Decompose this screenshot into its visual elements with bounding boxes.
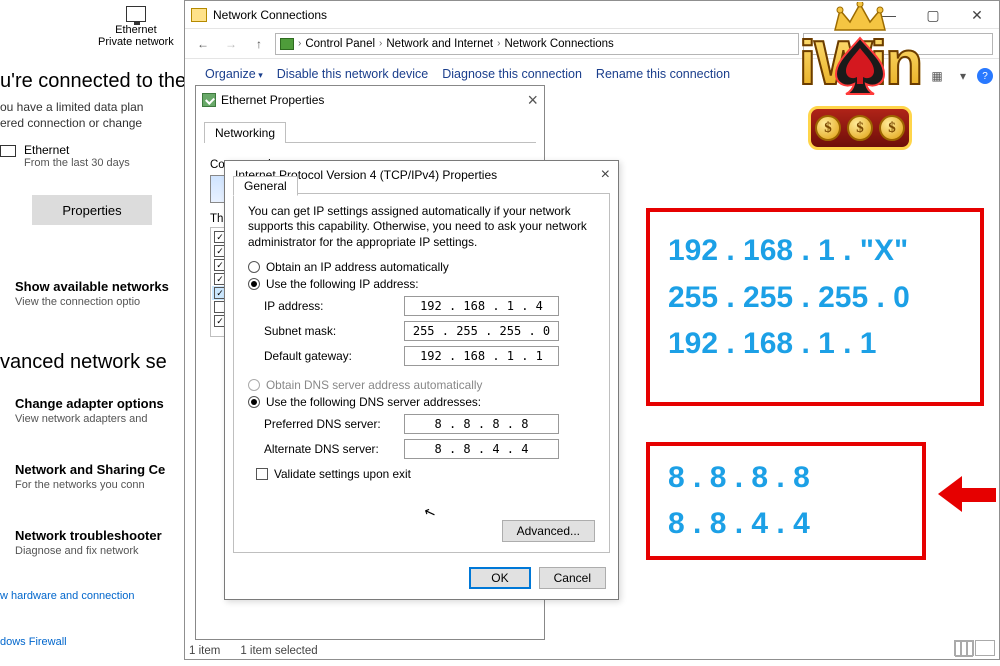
adapter-options-link[interactable]: Change adapter options <box>15 396 164 411</box>
ethernet-item[interactable]: Ethernet From the last 30 days <box>0 143 130 169</box>
radio-auto-ip[interactable]: Obtain an IP address automatically <box>248 260 595 274</box>
properties-button[interactable]: Properties <box>32 195 152 225</box>
iwin-logo: iWin $ $ $ <box>750 2 970 157</box>
troubleshooter-sub: Diagnose and fix network <box>15 545 139 557</box>
folder-icon <box>191 8 207 22</box>
ip-address-input[interactable]: 192 . 168 . 1 . 4 <box>404 296 559 316</box>
status-bar: 1 item 1 item selected <box>189 645 318 657</box>
radio-auto-dns-label: Obtain DNS server address automatically <box>266 378 482 392</box>
tab-networking[interactable]: Networking <box>204 122 286 143</box>
radio-use-ip-label: Use the following IP address: <box>266 277 419 291</box>
alternate-dns-label: Alternate DNS server: <box>264 442 404 456</box>
subnet-mask-input[interactable]: 255 . 255 . 255 . 0 <box>404 321 559 341</box>
overlay-dns1: 8 . 8 . 8 . 8 <box>668 455 904 502</box>
close-icon[interactable]: × <box>527 90 538 111</box>
overlay-line2: 255 . 255 . 255 . 0 <box>668 275 962 322</box>
overlay-line1: 192 . 168 . 1 . "X" <box>668 228 962 275</box>
sharing-center-link[interactable]: Network and Sharing Ce <box>15 462 165 477</box>
ethernet-dialog-titlebar: Ethernet Properties <box>196 86 544 114</box>
ethernet-top-block: Ethernet Private network <box>98 6 174 48</box>
organize-menu[interactable]: Organize <box>205 67 263 81</box>
coin-icon: $ <box>847 115 873 141</box>
gateway-label: Default gateway: <box>264 349 404 363</box>
ethernet-item-label: Ethernet <box>24 143 130 157</box>
coin-icon: $ <box>879 115 905 141</box>
crumb-network-connections[interactable]: Network Connections <box>504 38 613 50</box>
radio-use-dns-label: Use the following DNS server addresses: <box>266 395 481 409</box>
overlay-dns2: 8 . 8 . 4 . 4 <box>668 501 904 548</box>
preferred-dns-label: Preferred DNS server: <box>264 417 404 431</box>
network-icon <box>280 38 294 50</box>
radio-use-ip[interactable]: Use the following IP address: <box>248 277 595 291</box>
forward-arrow-icon[interactable]: → <box>219 32 243 56</box>
cancel-button[interactable]: Cancel <box>539 567 606 589</box>
monitor-icon <box>0 145 16 157</box>
ethernet-top-label: Ethernet <box>98 24 174 36</box>
show-networks-sub: View the connection optio <box>15 296 140 308</box>
close-icon[interactable]: × <box>601 166 610 184</box>
ok-button[interactable]: OK <box>469 567 530 589</box>
crumb-network-internet[interactable]: Network and Internet <box>386 38 493 50</box>
status-selected: 1 item selected <box>240 645 317 657</box>
adapter-options-sub: View network adapters and <box>15 413 148 425</box>
subnet-mask-label: Subnet mask: <box>264 324 404 338</box>
ipv4-properties-dialog: Internet Protocol Version 4 (TCP/IPv4) P… <box>224 160 619 600</box>
logo-coins: $ $ $ <box>808 106 912 150</box>
tab-general[interactable]: General <box>233 176 298 196</box>
hardware-link[interactable]: w hardware and connection <box>0 590 135 602</box>
alternate-dns-input[interactable]: 8 . 8 . 4 . 4 <box>404 439 559 459</box>
show-networks-link[interactable]: Show available networks <box>15 279 169 294</box>
validate-checkbox[interactable]: Validate settings upon exit <box>256 467 595 481</box>
ethernet-dialog-title: Ethernet Properties <box>221 93 324 107</box>
overlay-line3: 192 . 168 . 1 . 1 <box>668 321 962 368</box>
radio-auto-ip-label: Obtain an IP address automatically <box>266 260 449 274</box>
connected-heading: u're connected to the <box>0 70 186 93</box>
firewall-link[interactable]: dows Firewall <box>0 636 67 648</box>
overlay-dns-box: 8 . 8 . 8 . 8 8 . 8 . 4 . 4 <box>646 442 926 560</box>
radio-auto-dns: Obtain DNS server address automatically <box>248 378 595 392</box>
settings-panel: Ethernet Private network u're connected … <box>0 0 183 666</box>
back-arrow-icon[interactable]: ← <box>191 32 215 56</box>
status-count: 1 item <box>189 645 220 657</box>
rename-button[interactable]: Rename this connection <box>596 67 730 81</box>
diagnose-button[interactable]: Diagnose this connection <box>442 67 582 81</box>
disable-device-button[interactable]: Disable this network device <box>277 67 428 81</box>
ip-address-label: IP address: <box>264 299 404 313</box>
help-icon[interactable]: ? <box>977 68 993 84</box>
radio-use-dns[interactable]: Use the following DNS server addresses: <box>248 395 595 409</box>
troubleshooter-link[interactable]: Network troubleshooter <box>15 528 162 543</box>
advanced-button[interactable]: Advanced... <box>502 520 595 542</box>
ethernet-item-sub: From the last 30 days <box>24 157 130 169</box>
preferred-dns-input[interactable]: 8 . 8 . 8 . 8 <box>404 414 559 434</box>
gateway-input[interactable]: 192 . 168 . 1 . 1 <box>404 346 559 366</box>
advanced-heading: vanced network se <box>0 351 167 374</box>
overlay-ip-box: 192 . 168 . 1 . "X" 255 . 255 . 255 . 0 … <box>646 208 984 406</box>
monitor-icon <box>126 6 146 22</box>
view-toggle-icons[interactable] <box>954 640 995 656</box>
connected-sub: ou have a limited data plan ered connect… <box>0 100 143 131</box>
spade-icon <box>834 36 886 96</box>
ipv4-description: You can get IP settings assigned automat… <box>248 204 595 250</box>
arrow-icon <box>938 476 996 512</box>
crumb-control-panel[interactable]: Control Panel <box>305 38 375 50</box>
up-arrow-icon[interactable]: ↑ <box>247 32 271 56</box>
coin-icon: $ <box>815 115 841 141</box>
explorer-title-text: Network Connections <box>213 8 327 22</box>
sharing-center-sub: For the networks you conn <box>15 479 145 491</box>
validate-label: Validate settings upon exit <box>274 467 411 481</box>
ethernet-top-sub: Private network <box>98 36 174 48</box>
address-bar[interactable]: › Control Panel › Network and Internet ›… <box>275 33 799 55</box>
shield-icon <box>202 93 216 107</box>
